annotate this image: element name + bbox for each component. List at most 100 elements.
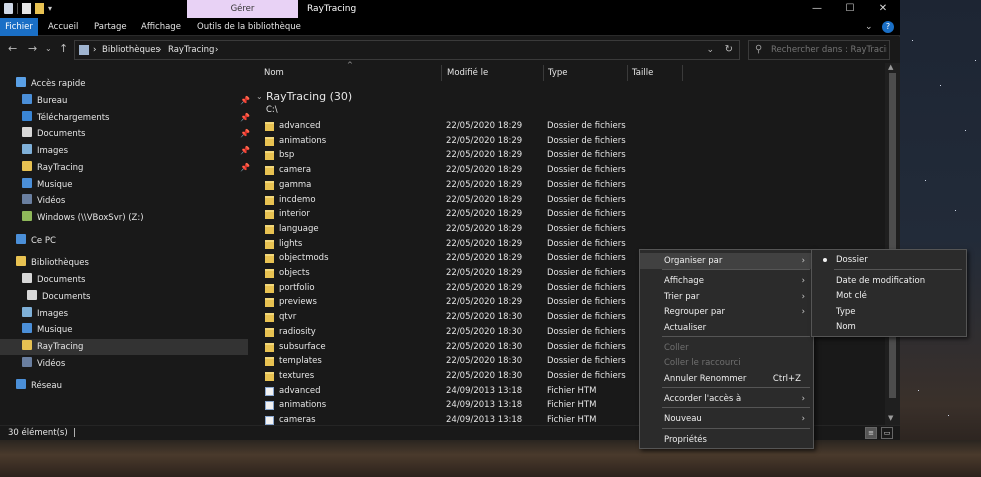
- file-row[interactable]: advanced 24/09/2013 13:18 Fichier HTM: [265, 384, 635, 399]
- nav-item-documents[interactable]: Documents: [22, 126, 85, 142]
- close-button[interactable]: ✕: [866, 0, 900, 18]
- group-header[interactable]: RayTracing (30): [266, 90, 352, 103]
- menu-item[interactable]: Coller le raccourci: [640, 355, 813, 371]
- nav-item-downloads[interactable]: Téléchargements: [22, 110, 109, 126]
- menu-item[interactable]: Affichage ›: [640, 273, 813, 289]
- expand-ribbon-icon[interactable]: ⌄: [865, 18, 873, 36]
- pin-icon[interactable]: 📌: [240, 93, 250, 109]
- nav-quick-access[interactable]: Accès rapide: [16, 76, 85, 92]
- maximize-button[interactable]: ☐: [833, 0, 867, 18]
- nav-item-videos[interactable]: Vidéos: [22, 193, 65, 209]
- breadcrumb-separator[interactable]: ›: [215, 41, 218, 59]
- column-header-type[interactable]: Type: [548, 63, 568, 83]
- column-header-name[interactable]: Nom: [264, 63, 284, 83]
- breadcrumb-separator[interactable]: ›: [158, 41, 161, 59]
- file-row[interactable]: language 22/05/2020 18:29 Dossier de fichi…: [265, 222, 635, 237]
- recent-locations-icon[interactable]: ⌄: [45, 42, 52, 56]
- menu-item[interactable]: Trier par ›: [640, 289, 813, 305]
- explorer-icon[interactable]: [4, 3, 13, 14]
- pin-icon[interactable]: 📌: [240, 160, 250, 176]
- collapse-group-icon[interactable]: ⌄: [256, 92, 263, 101]
- menu-item[interactable]: Nouveau ›: [640, 411, 813, 427]
- submenu-item[interactable]: Type: [812, 304, 966, 320]
- nav-network[interactable]: Réseau: [16, 378, 62, 394]
- nav-library-videos[interactable]: Vidéos: [22, 356, 65, 372]
- column-header-modified[interactable]: Modifié le: [447, 63, 488, 83]
- forward-arrow-icon[interactable]: →: [28, 42, 37, 56]
- nav-library-raytracing[interactable]: RayTracing: [0, 339, 248, 355]
- search-box[interactable]: ⚲: [748, 40, 890, 60]
- menu-item[interactable]: Organiser par ›: [640, 253, 813, 269]
- file-row[interactable]: textures 22/05/2020 18:30 Dossier de fichi…: [265, 369, 635, 384]
- nav-item-music[interactable]: Musique: [22, 177, 73, 193]
- vertical-scrollbar[interactable]: ▲ ▼: [885, 63, 900, 425]
- menu-item[interactable]: Regrouper par ›: [640, 304, 813, 320]
- pin-icon[interactable]: 📌: [240, 143, 250, 159]
- file-row[interactable]: radiosity 22/05/2020 18:30 Dossier de fich…: [265, 325, 635, 340]
- file-row[interactable]: qtvr 22/05/2020 18:30 Dossier de fichiers: [265, 310, 635, 325]
- pin-icon[interactable]: 📌: [240, 110, 250, 126]
- scroll-up-icon[interactable]: ▲: [888, 63, 893, 71]
- column-divider[interactable]: [441, 65, 442, 81]
- nav-item-desktop[interactable]: Bureau: [22, 93, 67, 109]
- back-arrow-icon[interactable]: ←: [8, 42, 17, 56]
- nav-this-pc[interactable]: Ce PC: [16, 233, 56, 249]
- file-row[interactable]: animations 24/09/2013 13:18 Fichier HTM: [265, 398, 635, 413]
- submenu-item[interactable]: Dossier: [812, 252, 966, 268]
- address-bar[interactable]: › Bibliothèques › RayTracing › ⌄ ↻: [74, 40, 740, 60]
- file-row[interactable]: gamma 22/05/2020 18:29 Dossier de fichiers: [265, 178, 635, 193]
- file-row[interactable]: interior 22/05/2020 18:29 Dossier de fichi…: [265, 207, 635, 222]
- file-row[interactable]: camera 22/05/2020 18:29 Dossier de fichier…: [265, 163, 635, 178]
- menu-item[interactable]: Propriétés: [640, 432, 813, 448]
- tab-share[interactable]: Partage: [94, 18, 127, 36]
- column-divider[interactable]: [627, 65, 628, 81]
- manage-tab[interactable]: Gérer: [187, 0, 298, 18]
- file-row[interactable]: animations 22/05/2020 18:29 Dossier de fic…: [265, 134, 635, 149]
- menu-item[interactable]: Actualiser: [640, 320, 813, 336]
- file-row[interactable]: previews 22/05/2020 18:29 Dossier de fichi…: [265, 295, 635, 310]
- file-row[interactable]: bsp 22/05/2020 18:29 Dossier de fichiers: [265, 148, 635, 163]
- menu-item[interactable]: Coller: [640, 340, 813, 356]
- address-dropdown-icon[interactable]: ⌄: [706, 41, 714, 59]
- file-row[interactable]: templates 22/05/2020 18:30 Dossier de fich…: [265, 354, 635, 369]
- properties-icon[interactable]: [22, 3, 31, 14]
- file-row[interactable]: objects 22/05/2020 18:29 Dossier de fichie…: [265, 266, 635, 281]
- tab-file[interactable]: Fichier: [0, 18, 38, 36]
- file-row[interactable]: advanced 22/05/2020 18:29 Dossier de fichi…: [265, 119, 635, 134]
- nav-library-documents-sub[interactable]: Documents: [27, 289, 90, 305]
- menu-item[interactable]: Accorder l'accès à ›: [640, 391, 813, 407]
- nav-library-documents[interactable]: Documents: [22, 272, 85, 288]
- nav-item-raytracing[interactable]: RayTracing: [22, 160, 83, 176]
- column-divider[interactable]: [543, 65, 544, 81]
- tab-library-tools[interactable]: Outils de la bibliothèque: [197, 18, 301, 36]
- menu-item[interactable]: Annuler Renommer Ctrl+Z: [640, 371, 813, 387]
- details-view-icon[interactable]: ≡: [865, 427, 877, 439]
- tab-home[interactable]: Accueil: [48, 18, 78, 36]
- file-row[interactable]: portfolio 22/05/2020 18:29 Dossier de fich…: [265, 281, 635, 296]
- column-header-size[interactable]: Taille: [632, 63, 653, 83]
- scrollbar-thumb[interactable]: [889, 73, 896, 398]
- submenu-item[interactable]: Nom: [812, 319, 966, 335]
- scroll-down-icon[interactable]: ▼: [888, 414, 893, 422]
- file-row[interactable]: incdemo 22/05/2020 18:29 Dossier de fichie…: [265, 193, 635, 208]
- file-row[interactable]: subsurface 22/05/2020 18:30 Dossier de fic…: [265, 340, 635, 355]
- customize-toolbar-icon[interactable]: ▾: [48, 3, 56, 14]
- nav-item-network-drive[interactable]: Windows (\\VBoxSvr) (Z:): [22, 210, 144, 226]
- breadcrumb-raytracing[interactable]: RayTracing: [168, 41, 214, 59]
- breadcrumb-libraries[interactable]: Bibliothèques: [102, 41, 160, 59]
- new-folder-icon[interactable]: [35, 3, 44, 14]
- file-row[interactable]: lights 22/05/2020 18:29 Dossier de fichier…: [265, 237, 635, 252]
- refresh-icon[interactable]: ↻: [725, 41, 733, 59]
- column-divider[interactable]: [682, 65, 683, 81]
- pin-icon[interactable]: 📌: [240, 126, 250, 142]
- search-input[interactable]: [771, 43, 887, 57]
- up-arrow-icon[interactable]: ↑: [59, 42, 68, 56]
- help-icon[interactable]: ?: [882, 21, 894, 33]
- tab-view[interactable]: Affichage: [141, 18, 181, 36]
- nav-library-images[interactable]: Images: [22, 306, 68, 322]
- nav-library-music[interactable]: Musique: [22, 322, 73, 338]
- nav-libraries[interactable]: Bibliothèques: [16, 255, 89, 271]
- nav-item-images[interactable]: Images: [22, 143, 68, 159]
- submenu-item[interactable]: Date de modification: [812, 273, 966, 289]
- minimize-button[interactable]: —: [800, 0, 834, 18]
